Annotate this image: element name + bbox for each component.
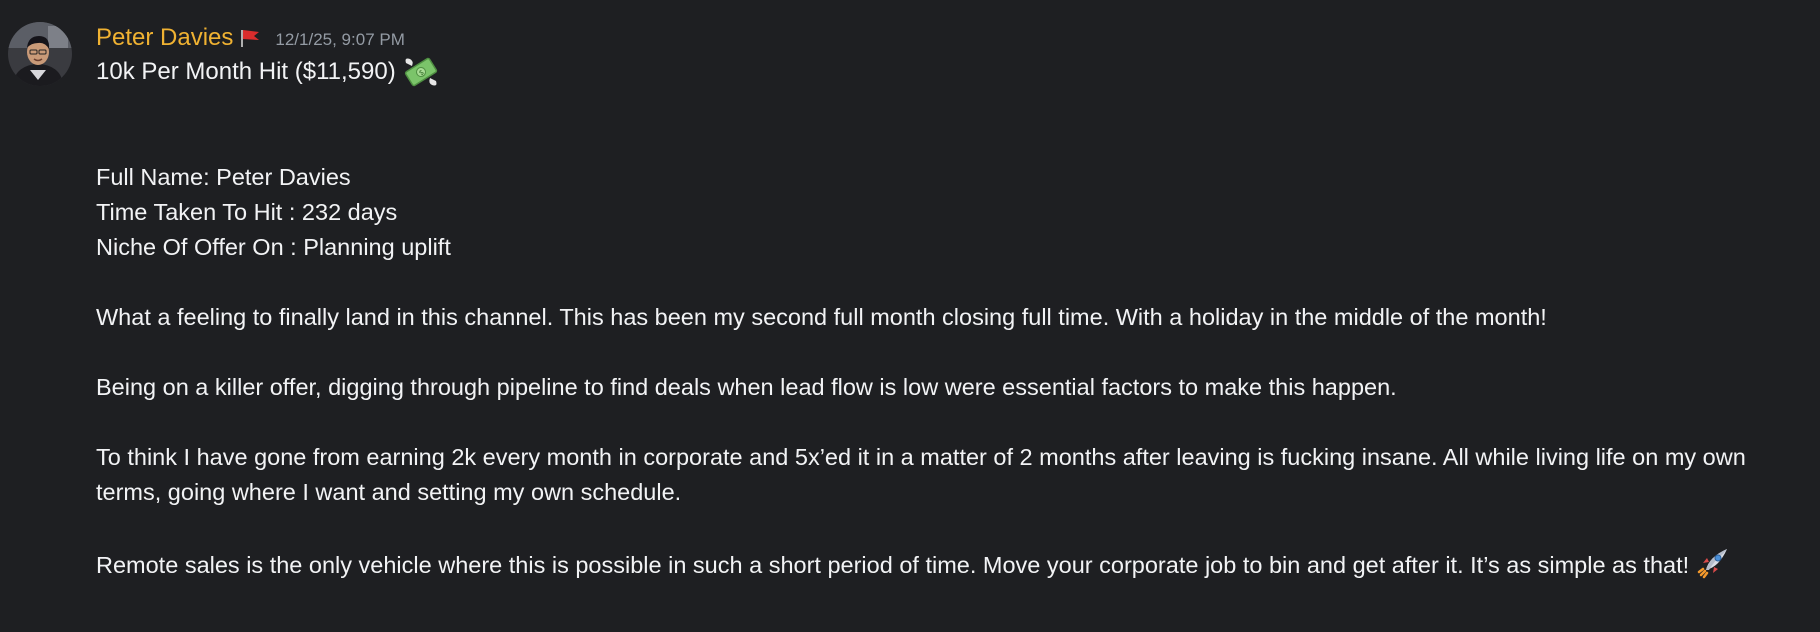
paragraph-4-text: Remote sales is the only vehicle where t… xyxy=(96,552,1690,578)
paragraph-text: What a feeling to finally land in this c… xyxy=(96,304,1547,330)
message-content: Peter Davies 12/1/25, 9:07 PM 10k Per Mo… xyxy=(96,22,1808,583)
red-flag-icon xyxy=(239,28,261,48)
money-with-wings-icon: $ xyxy=(402,55,440,89)
avatar-photo xyxy=(8,22,72,86)
field-niche: Niche Of Offer On : Planning uplift xyxy=(96,234,451,260)
paragraph-3: To think I have gone from earning 2k eve… xyxy=(96,440,1808,510)
message-body: Full Name: Peter Davies Time Taken To Hi… xyxy=(96,160,1808,583)
message-header: Peter Davies 12/1/25, 9:07 PM xyxy=(96,22,1808,54)
chat-message: Peter Davies 12/1/25, 9:07 PM 10k Per Mo… xyxy=(0,0,1820,632)
paragraph-2: Being on a killer offer, digging through… xyxy=(96,370,1808,405)
paragraph-text: Being on a killer offer, digging through… xyxy=(96,374,1397,400)
field-full-name: Full Name: Peter Davies xyxy=(96,164,351,190)
message-title: 10k Per Month Hit ($11,590) $ xyxy=(96,54,1808,90)
paragraph-1: What a feeling to finally land in this c… xyxy=(96,300,1808,335)
message-title-text: 10k Per Month Hit ($11,590) xyxy=(96,58,396,85)
avatar[interactable] xyxy=(8,22,72,86)
field-time-taken: Time Taken To Hit : 232 days xyxy=(96,199,398,225)
author-name[interactable]: Peter Davies xyxy=(96,24,233,52)
paragraph-4: Remote sales is the only vehicle where t… xyxy=(96,545,1808,583)
message-timestamp[interactable]: 12/1/25, 9:07 PM xyxy=(275,30,404,50)
rocket-icon xyxy=(1697,545,1731,579)
paragraph-text: Remote sales is the only vehicle where t… xyxy=(96,545,1808,583)
paragraph-text: To think I have gone from earning 2k eve… xyxy=(96,444,1746,505)
